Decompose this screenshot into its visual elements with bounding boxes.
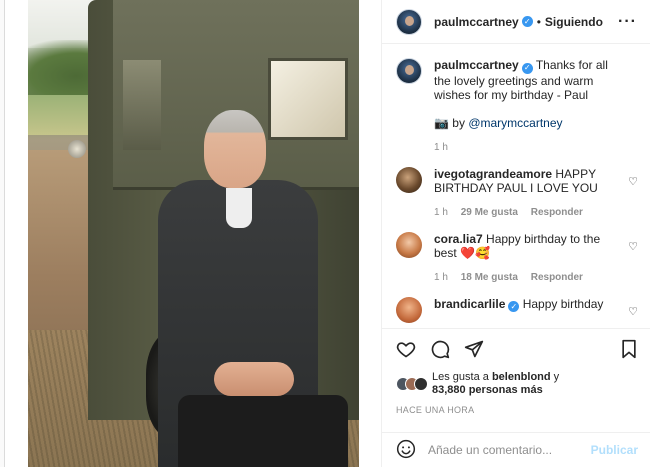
comment-text-block: ivegotagrandeamore HAPPY BIRTHDAY PAUL I…	[434, 167, 624, 195]
add-comment-bar: Publicar	[382, 432, 650, 467]
comment-like-heart-icon[interactable]: ♡	[628, 240, 638, 253]
action-icons-row	[396, 329, 638, 369]
emoji-icon[interactable]	[396, 439, 416, 462]
reply-button[interactable]: Responder	[531, 207, 583, 218]
caption-meta: 1 h	[434, 142, 624, 153]
posted-time[interactable]: HACE UNA HORA	[396, 405, 638, 415]
comment-body: cora.lia7 Happy birthday to the best ❤️🥰…	[434, 232, 638, 283]
caption-avatar[interactable]	[396, 58, 422, 84]
caption-username[interactable]: paulmccartney	[434, 58, 519, 72]
post-actions: Les gusta a belenblond y 83,880 personas…	[382, 328, 650, 415]
comment-input[interactable]	[428, 443, 591, 457]
comment-text-block: brandicarlile ✓ Happy birthday	[434, 296, 624, 312]
photo-person-head	[204, 110, 266, 188]
mention-link[interactable]: @marymccartney	[468, 116, 562, 130]
header-separator: •	[536, 14, 541, 29]
caption-credit: 📷 by @marymccartney	[434, 116, 624, 130]
author-username[interactable]: paulmccartney	[434, 15, 519, 29]
caption-time[interactable]: 1 h	[434, 142, 448, 153]
post-side-panel: paulmccartney ✓ • Siguiendo ··· paulmcca…	[381, 0, 650, 467]
photo-person-legs	[178, 395, 348, 467]
likes-prefix: Les gusta a	[432, 371, 489, 383]
commenter-avatar[interactable]	[396, 296, 422, 323]
likes-text: Les gusta a belenblond y 83,880 personas…	[432, 371, 559, 397]
bookmark-icon[interactable]	[620, 339, 638, 359]
first-liker-link[interactable]: belenblond	[492, 371, 551, 383]
comment-body: ivegotagrandeamore HAPPY BIRTHDAY PAUL I…	[434, 167, 638, 218]
following-button[interactable]: Siguiendo	[545, 15, 603, 29]
others-likes-link[interactable]: 83,880 personas más	[432, 384, 543, 396]
comment-icon[interactable]	[430, 339, 450, 359]
comment-likes-count[interactable]: 18 Me gusta	[461, 272, 518, 283]
commenter-username[interactable]: brandicarlile	[434, 297, 505, 311]
comment-meta: 1 h 29 Me gusta Responder	[434, 207, 624, 218]
comment-item: brandicarlile ✓ Happy birthday ♡	[396, 296, 638, 323]
photo-person-shirt	[226, 188, 252, 228]
ellipsis-icon[interactable]: ···	[618, 13, 637, 31]
photo-truck-headlight	[68, 140, 86, 158]
likes-summary: Les gusta a belenblond y 83,880 personas…	[396, 369, 638, 399]
liker-avatar[interactable]	[414, 377, 428, 391]
comment-time[interactable]: 1 h	[434, 272, 448, 283]
comments-section[interactable]: paulmccartney ✓ Thanks for all the lovely…	[382, 44, 650, 328]
reply-button[interactable]: Responder	[531, 272, 583, 283]
commenter-avatar[interactable]	[396, 166, 422, 193]
commenter-username[interactable]: ivegotagrandeamore	[434, 167, 552, 181]
comment-body: brandicarlile ✓ Happy birthday	[434, 297, 638, 323]
caption-body: paulmccartney ✓ Thanks for all the lovely…	[434, 58, 638, 153]
post-photo[interactable]	[28, 0, 359, 467]
comment-time[interactable]: 1 h	[434, 207, 448, 218]
verified-badge-icon: ✓	[521, 62, 533, 74]
photo-truck-side-window	[123, 60, 161, 150]
author-avatar[interactable]	[396, 8, 422, 35]
instagram-post: paulmccartney ✓ • Siguiendo ··· paulmcca…	[4, 0, 650, 467]
comment-text-block: cora.lia7 Happy birthday to the best ❤️🥰	[434, 232, 624, 260]
comment-item: ivegotagrandeamore HAPPY BIRTHDAY PAUL I…	[396, 166, 638, 218]
comment-meta: 1 h 18 Me gusta Responder	[434, 272, 624, 283]
caption-text-block: paulmccartney ✓ Thanks for all the lovely…	[434, 58, 624, 102]
verified-badge-icon: ✓	[508, 301, 520, 312]
comment-like-heart-icon[interactable]: ♡	[628, 175, 638, 188]
share-icon[interactable]	[464, 339, 484, 359]
verified-badge-icon: ✓	[521, 16, 533, 27]
comment-item: cora.lia7 Happy birthday to the best ❤️🥰…	[396, 231, 638, 283]
commenter-avatar[interactable]	[396, 231, 422, 258]
caption: paulmccartney ✓ Thanks for all the lovely…	[396, 58, 638, 153]
commenter-username[interactable]: cora.lia7	[434, 232, 483, 246]
comment-text: Happy birthday	[522, 296, 604, 311]
publish-button[interactable]: Publicar	[591, 443, 638, 457]
comment-like-heart-icon[interactable]: ♡	[628, 305, 638, 318]
heart-icon[interactable]	[396, 339, 416, 359]
photo-person-hands	[214, 362, 294, 396]
comment-likes-count[interactable]: 29 Me gusta	[461, 207, 518, 218]
likes-conjunction: y	[553, 371, 560, 383]
photo-truck-window	[268, 58, 348, 140]
caption-credit-by: by	[452, 115, 465, 130]
camera-icon: 📷	[434, 115, 449, 130]
post-header: paulmccartney ✓ • Siguiendo ···	[382, 0, 650, 44]
